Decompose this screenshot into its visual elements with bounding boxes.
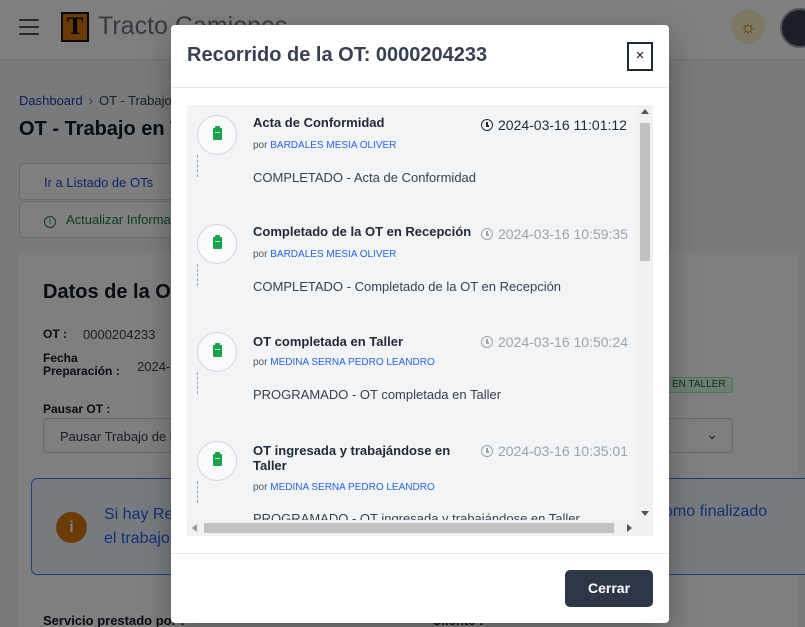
timeline-item-time-value: 2024-03-16 10:50:24 — [498, 334, 628, 350]
timeline-marker — [197, 441, 237, 481]
timeline-item-description: PROGRAMADO - OT completada en Taller — [253, 387, 502, 402]
scrollbar-corner — [637, 520, 653, 536]
scroll-right-icon[interactable] — [627, 524, 632, 532]
author-name: BARDALES MESIA OLIVER — [270, 140, 397, 151]
timeline-marker — [197, 115, 237, 155]
timeline-item-time: 2024-03-16 10:50:24 — [481, 334, 628, 350]
author-prefix: por — [253, 357, 268, 368]
timeline-item-time-value: 2024-03-16 11:01:12 — [498, 117, 627, 133]
clock-icon — [481, 445, 493, 457]
timeline-item-time: 2024-03-16 11:01:12 — [481, 117, 627, 133]
clipboard-check-icon — [213, 126, 222, 140]
timeline-item-title: Completado de la OT en Recepción — [253, 224, 472, 239]
close-icon[interactable]: × — [627, 42, 653, 71]
timeline-item-title: OT completada en Taller — [253, 334, 404, 349]
timeline-item-time-value: 2024-03-16 10:59:35 — [498, 226, 628, 242]
modal-divider — [171, 87, 669, 88]
timeline-item-description: COMPLETADO - Completado de la OT en Rece… — [253, 279, 562, 294]
timeline-item-description: COMPLETADO - Acta de Conformidad — [253, 170, 477, 185]
horizontal-scrollbar[interactable] — [187, 520, 637, 536]
timeline-connector — [197, 372, 198, 394]
timeline-connector — [197, 264, 198, 286]
scroll-left-icon[interactable] — [192, 524, 197, 532]
scroll-down-icon[interactable] — [641, 511, 649, 516]
vertical-scroll-thumb[interactable] — [640, 123, 650, 261]
timeline-item-title: Acta de Conformidad — [253, 115, 385, 130]
clipboard-check-icon — [213, 235, 222, 249]
author-name: MEDINA SERNA PEDRO LEANDRO — [270, 357, 435, 368]
scroll-up-icon[interactable] — [641, 109, 649, 114]
clipboard-check-icon — [213, 452, 222, 466]
clock-icon — [481, 336, 493, 348]
timeline-scroll-area[interactable]: Acta de Conformidad 2024-03-16 11:01:12 … — [187, 105, 653, 536]
vertical-scrollbar[interactable] — [637, 105, 653, 520]
timeline-item-author: por MEDINA SERNA PEDRO LEANDRO — [253, 357, 435, 368]
timeline-item-author: por MEDINA SERNA PEDRO LEANDRO — [253, 482, 435, 493]
clipboard-check-icon — [213, 343, 222, 357]
timeline-marker — [197, 332, 237, 372]
timeline-item-title: OT ingresada y trabajándose en Taller — [253, 443, 451, 473]
author-name: BARDALES MESIA OLIVER — [270, 249, 397, 260]
ot-history-modal: Recorrido de la OT: 0000204233 × Acta de… — [171, 25, 669, 623]
timeline-connector — [197, 155, 198, 177]
timeline-marker — [197, 224, 237, 264]
author-prefix: por — [253, 249, 268, 260]
clock-icon — [481, 119, 493, 131]
horizontal-scroll-thumb[interactable] — [204, 523, 614, 533]
author-prefix: por — [253, 482, 268, 493]
timeline-item-time-value: 2024-03-16 10:35:01 — [498, 443, 628, 459]
author-prefix: por — [253, 140, 268, 151]
timeline-item-time: 2024-03-16 10:59:35 — [481, 226, 628, 242]
modal-footer-divider — [171, 553, 669, 554]
timeline-connector — [197, 481, 198, 503]
author-name: MEDINA SERNA PEDRO LEANDRO — [270, 482, 435, 493]
close-button[interactable]: Cerrar — [565, 570, 653, 607]
clock-icon — [481, 228, 493, 240]
timeline-item-author: por BARDALES MESIA OLIVER — [253, 249, 396, 260]
timeline-item-author: por BARDALES MESIA OLIVER — [253, 140, 396, 151]
timeline-item-time: 2024-03-16 10:35:01 — [481, 443, 628, 459]
modal-title: Recorrido de la OT: 0000204233 — [187, 44, 488, 66]
